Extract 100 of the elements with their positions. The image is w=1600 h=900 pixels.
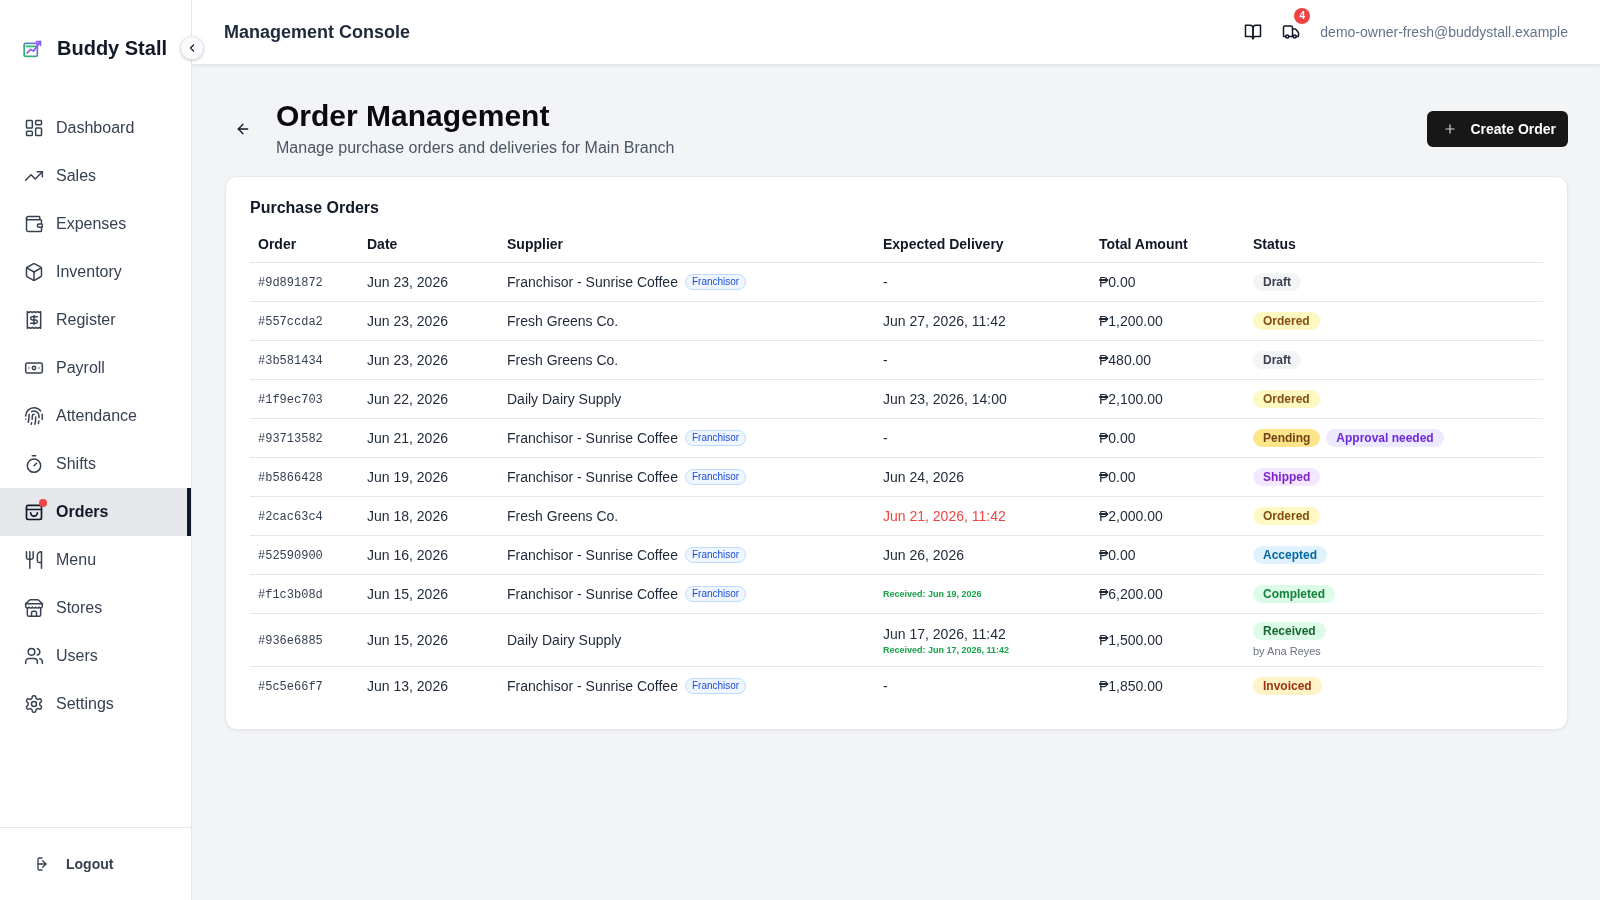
- sidebar-item[interactable]: Orders: [0, 488, 191, 536]
- create-order-button[interactable]: Create Order: [1427, 110, 1568, 147]
- column-header: Expected Delivery: [883, 235, 1004, 252]
- total-amount: ₱0.00: [1099, 547, 1136, 563]
- book-icon[interactable]: [1244, 23, 1263, 41]
- sidebar-item[interactable]: Menu: [0, 536, 191, 584]
- status-badge: Ordered: [1253, 390, 1320, 408]
- order-date: Jun 16, 2026: [367, 547, 448, 563]
- cube-icon: [24, 262, 44, 282]
- delivery-date: Jun 24, 2026: [883, 468, 965, 487]
- sidebar-item[interactable]: Register: [0, 296, 191, 344]
- page-subtitle: Manage purchase orders and deliveries for Main Branch: [276, 138, 676, 158]
- console-title: Management Console: [224, 21, 411, 43]
- status-badge: Draft: [1253, 273, 1301, 291]
- notification-count: 4: [1294, 8, 1311, 24]
- column-header: Date: [367, 235, 398, 252]
- sidebar-item[interactable]: Inventory: [0, 248, 191, 296]
- total-amount: ₱6,200.00: [1099, 586, 1163, 602]
- supplier-tag: Franchisor: [684, 430, 747, 446]
- supplier-name: Fresh Greens Co.: [507, 312, 619, 331]
- order-date: Jun 19, 2026: [367, 469, 448, 485]
- order-id: #52590900: [258, 549, 323, 563]
- received-date: Received: Jun 17, 2026, 11:42: [883, 643, 1011, 657]
- status-badge: Ordered: [1253, 312, 1320, 330]
- supplier-tag: Franchisor: [684, 469, 747, 485]
- user-email: demo-owner-fresh@buddystall.example: [1320, 24, 1568, 40]
- supplier-tag: Franchisor: [684, 274, 747, 290]
- column-header: Status: [1253, 235, 1296, 252]
- order-date: Jun 13, 2026: [367, 678, 448, 694]
- status-badge: Invoiced: [1253, 677, 1322, 695]
- order-date: Jun 15, 2026: [367, 586, 448, 602]
- wallet-icon: [24, 214, 44, 234]
- total-amount: ₱0.00: [1099, 274, 1136, 290]
- column-header: Order: [258, 235, 297, 252]
- status-badge: Ordered: [1253, 507, 1320, 525]
- timer-icon: [24, 454, 44, 474]
- order-id: #b5866428: [258, 471, 323, 485]
- total-amount: ₱2,000.00: [1099, 508, 1163, 524]
- status-badge: Completed: [1253, 585, 1335, 603]
- order-id: #557ccda2: [258, 315, 323, 329]
- delivery-date: Jun 17, 2026, 11:42: [883, 624, 1007, 644]
- storefront-icon: [24, 598, 44, 618]
- sidebar-item[interactable]: Sales: [0, 152, 191, 200]
- brand-name: Buddy Stall: [57, 36, 167, 60]
- status-badge: Shipped: [1253, 468, 1321, 486]
- order-date: Jun 23, 2026: [367, 352, 448, 368]
- supplier-name: Franchisor - Sunrise Coffee: [507, 546, 678, 565]
- plus-icon: [1443, 121, 1458, 136]
- total-amount: ₱1,850.00: [1099, 678, 1163, 694]
- sidebar-item[interactable]: Payroll: [0, 344, 191, 392]
- status-badge: Approval needed: [1326, 429, 1444, 447]
- supplier-name: Franchisor - Sunrise Coffee: [507, 468, 678, 487]
- delivery-date: Jun 21, 2026, 11:42: [883, 507, 1007, 526]
- order-id: #f1c3b08d: [258, 588, 323, 602]
- sidebar-item[interactable]: Stores: [0, 584, 191, 632]
- card-title: Purchase Orders: [250, 198, 380, 218]
- page-title: Order Management: [276, 98, 551, 134]
- status-note: by Ana Reyes: [1253, 644, 1322, 658]
- truck-icon[interactable]: [1282, 23, 1301, 41]
- order-date: Jun 23, 2026: [367, 274, 448, 290]
- utensils-icon: [24, 550, 44, 570]
- supplier-name: Franchisor - Sunrise Coffee: [507, 273, 678, 292]
- order-id: #936e6885: [258, 634, 323, 648]
- fingerprint-icon: [24, 406, 44, 426]
- sidebar-item[interactable]: Settings: [0, 680, 191, 728]
- supplier-name: Fresh Greens Co.: [507, 351, 619, 370]
- total-amount: ₱2,100.00: [1099, 391, 1163, 407]
- sidebar-item[interactable]: Shifts: [0, 440, 191, 488]
- delivery-date: Jun 27, 2026, 11:42: [883, 312, 1007, 331]
- column-header: Total Amount: [1099, 235, 1188, 252]
- order-date: Jun 23, 2026: [367, 313, 448, 329]
- status-badge: Pending: [1253, 429, 1321, 447]
- total-amount: ₱0.00: [1099, 430, 1136, 446]
- delivery-date: -: [883, 351, 889, 370]
- delivery-date: -: [883, 429, 889, 448]
- supplier-name: Fresh Greens Co.: [507, 507, 619, 526]
- status-badge: Draft: [1253, 351, 1301, 369]
- received-date: Received: Jun 19, 2026: [883, 587, 983, 601]
- order-id: #2cac63c4: [258, 510, 323, 524]
- logout-button[interactable]: Logout: [36, 856, 114, 872]
- collapse-sidebar-button[interactable]: [180, 36, 204, 60]
- supplier-name: Daily Dairy Supply: [507, 631, 622, 650]
- order-date: Jun 18, 2026: [367, 508, 448, 524]
- grid-icon: [24, 118, 44, 138]
- sidebar-item[interactable]: Expenses: [0, 200, 191, 248]
- supplier-tag: Franchisor: [684, 547, 747, 563]
- supplier-name: Daily Dairy Supply: [507, 390, 622, 409]
- users-icon: [24, 646, 44, 666]
- status-badge: Accepted: [1253, 546, 1328, 564]
- order-id: #9d891872: [258, 276, 323, 290]
- settings-icon: [24, 694, 44, 714]
- sidebar-item[interactable]: Users: [0, 632, 191, 680]
- delivery-date: Jun 26, 2026: [883, 546, 965, 565]
- supplier-tag: Franchisor: [684, 586, 747, 602]
- supplier-name: Franchisor - Sunrise Coffee: [507, 677, 678, 696]
- bag-icon: [24, 502, 44, 522]
- sidebar-item[interactable]: Attendance: [0, 392, 191, 440]
- delivery-date: Jun 23, 2026, 14:00: [883, 390, 1008, 409]
- total-amount: ₱0.00: [1099, 469, 1136, 485]
- sidebar-item[interactable]: Dashboard: [0, 104, 191, 152]
